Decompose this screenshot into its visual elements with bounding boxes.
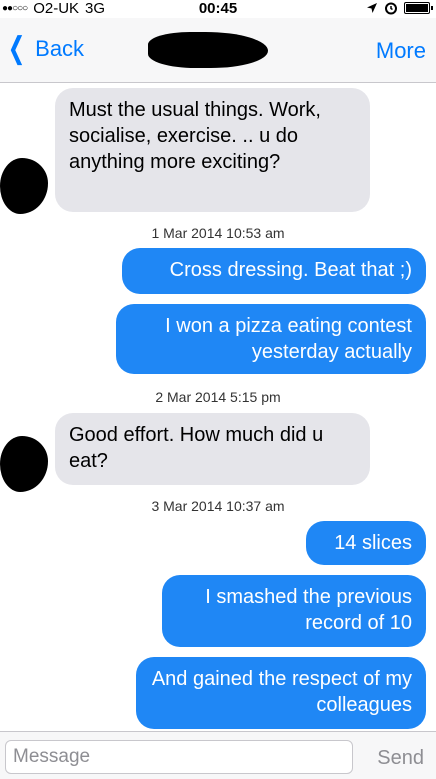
message-outgoing: I won a pizza eating contest yesterday a… — [116, 304, 426, 374]
message-input[interactable] — [5, 740, 353, 774]
message-timestamp: 2 Mar 2014 5:15 pm — [155, 389, 281, 405]
message-outgoing: 14 slices — [306, 521, 426, 565]
location-arrow-icon — [367, 3, 377, 13]
message-outgoing: I smashed the previous record of 10 — [162, 575, 426, 647]
nav-bar: ❮ Back More — [0, 18, 436, 83]
battery-icon — [404, 2, 433, 14]
alarm-icon — [385, 2, 397, 15]
status-bar: ●●○○○ O2-UK 3G 00:45 — [0, 0, 436, 18]
redacted-avatar — [0, 158, 48, 214]
message-timestamp: 3 Mar 2014 10:37 am — [151, 498, 285, 514]
message-outgoing: Cross dressing. Beat that ;) — [122, 248, 426, 294]
composer-bar: Send — [0, 731, 436, 779]
message-timestamp: 1 Mar 2014 10:53 am — [151, 225, 285, 241]
chevron-left-icon: ❮ — [7, 32, 26, 65]
back-label: Back — [35, 36, 85, 61]
send-button[interactable]: Send — [377, 747, 424, 770]
redacted-contact-name — [148, 32, 268, 68]
message-outgoing: And gained the respect of my colleagues — [136, 657, 426, 729]
message-incoming: Good effort. How much did u eat? — [55, 413, 370, 485]
redacted-avatar — [0, 436, 48, 492]
back-button[interactable]: ❮ Back — [4, 32, 85, 65]
message-incoming: Must the usual things. Work, socialise, … — [55, 88, 370, 212]
more-button[interactable]: More — [376, 38, 426, 64]
status-right — [366, 1, 433, 15]
